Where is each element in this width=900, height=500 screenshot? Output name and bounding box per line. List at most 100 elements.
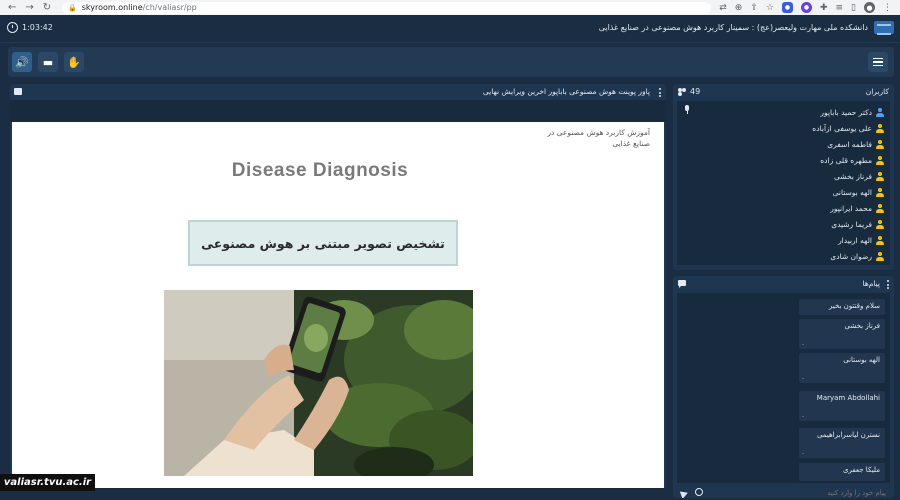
messages-panel: پیام‌ها سلام وقتتون بخیر فرناز بخشی . ال…: [673, 276, 894, 498]
browser-tools: ⇄ ⊕ ⇪ ☆ ● ● ✚ ≡ ▯ ● ⋮: [719, 2, 900, 13]
users-panel-header: 49 کاربران: [673, 84, 894, 99]
address-bar[interactable]: 🔒 skyroom.online/ch/valiasr/pp: [62, 1, 712, 14]
raise-hand-button[interactable]: ✋: [64, 52, 84, 72]
user-row[interactable]: دکتر حمید باباپور: [677, 104, 890, 120]
message-sender: ملیکا جعفری: [843, 466, 880, 474]
host-user-icon: [876, 107, 884, 117]
user-row[interactable]: علی یوسفی ازآباده: [677, 120, 890, 136]
slide-heading: Disease Diagnosis: [231, 160, 409, 181]
message-sender: سلام وقتتون بخیر: [829, 302, 880, 310]
back-arrow-icon[interactable]: ←: [8, 2, 16, 13]
user-name: دکتر حمید باباپور: [820, 107, 872, 117]
files-button[interactable]: ▬: [38, 52, 58, 72]
plant-photo-illustration: [164, 290, 473, 476]
extension-2-icon[interactable]: ●: [800, 2, 812, 13]
app-header: 1:03:42 دانشکده ملی مهارت ولیعصر(عج) : س…: [0, 15, 900, 43]
document-icon: [14, 88, 22, 95]
puzzle-icon[interactable]: ✚: [820, 3, 828, 13]
user-icon: [876, 235, 884, 245]
user-name: محمد ایرانپور: [830, 203, 872, 213]
translate-icon[interactable]: ⇄: [719, 3, 727, 13]
room-toolbar: 🔊 ▬ ✋: [8, 47, 894, 77]
slide-callout-text: تشخیص تصویر مبتنی بر هوش مصنوعی: [201, 235, 445, 251]
url-host: skyroom.online: [81, 3, 143, 12]
slide-canvas: آموزش کاربرد هوش مصنوعی در صنایع غذایی D…: [12, 122, 664, 488]
presentation-panel: پاور پوینت هوش مصنوعی باباپور اخرین ویرا…: [10, 84, 666, 490]
user-row[interactable]: محمد ایرانپور: [677, 200, 890, 216]
user-name: علی یوسفی ازآباده: [812, 123, 872, 133]
user-name: الهه اربیدار: [838, 235, 872, 245]
messages-options-icon[interactable]: [887, 280, 889, 289]
user-row[interactable]: فریما رشیدی: [677, 216, 890, 232]
user-icon: [876, 123, 884, 133]
bookmark-star-icon[interactable]: ☆: [766, 3, 774, 13]
user-icon: [876, 187, 884, 197]
user-icon: [876, 251, 884, 261]
lock-icon: 🔒: [68, 3, 77, 12]
reading-list-icon[interactable]: ≡: [836, 3, 844, 13]
message-item: Maryam Abdollahi .: [799, 391, 885, 421]
users-panel: 49 کاربران دکتر حمید باباپور علی یوسفی ا…: [673, 84, 894, 270]
user-row[interactable]: الهه بوستانی: [677, 184, 890, 200]
user-icon: [876, 219, 884, 229]
site-watermark: valiasr.tvu.ac.ir: [0, 474, 95, 491]
user-row[interactable]: رضوان شادی: [677, 248, 890, 264]
messages-panel-label: پیام‌ها: [862, 279, 880, 288]
user-row[interactable]: الهه اربیدار: [677, 232, 890, 248]
raise-hand-icon: ✋: [67, 55, 81, 69]
user-row[interactable]: مطهره قلی زاده: [677, 152, 890, 168]
user-icon: [876, 139, 884, 149]
user-name: فاطمه اسفری: [827, 139, 872, 149]
user-name: الهه بوستانی: [832, 187, 872, 197]
message-item: فرناز بخشی .: [799, 319, 885, 349]
message-item: نسترن لیاسرابراهیمی .: [799, 428, 885, 458]
message-composer: [677, 486, 890, 498]
url-path: /ch/valiasr/pp: [142, 3, 197, 12]
presentation-footer: [10, 488, 666, 490]
slide-photo-hands-phone-plant: [164, 290, 473, 476]
browser-menu-icon[interactable]: ⋮: [883, 3, 892, 13]
user-row[interactable]: فاطمه اسفری: [677, 136, 890, 152]
message-text: .: [802, 411, 805, 419]
users-panel-label: کاربران: [865, 87, 889, 96]
user-icon: [876, 171, 884, 181]
message-text: .: [802, 448, 805, 456]
users-list[interactable]: دکتر حمید باباپور علی یوسفی ازآباده فاطم…: [677, 101, 890, 265]
extension-icon[interactable]: ●: [781, 2, 793, 13]
users-count-value: 49: [690, 87, 701, 96]
messages-list[interactable]: سلام وقتتون بخیر فرناز بخشی . الهه بوستا…: [677, 293, 890, 483]
clock-icon: [7, 22, 18, 33]
message-input[interactable]: [701, 488, 886, 498]
send-icon[interactable]: [679, 489, 690, 498]
reload-icon[interactable]: ↻: [43, 2, 51, 13]
profile-avatar-icon[interactable]: ●: [864, 2, 875, 13]
chat-bubble-icon: [678, 280, 686, 288]
timer-value: 1:03:42: [22, 23, 53, 32]
forward-arrow-icon[interactable]: →: [25, 2, 33, 13]
slide-callout-box: تشخیص تصویر مبتنی بر هوش مصنوعی: [188, 220, 458, 266]
message-text: .: [802, 373, 805, 381]
session-timer: 1:03:42: [7, 22, 53, 33]
browser-nav: ← → ↻: [0, 2, 62, 13]
message-sender: الهه بوستانی: [843, 356, 880, 364]
message-sender: فرناز بخشی: [844, 322, 880, 330]
user-name: رضوان شادی: [830, 251, 872, 261]
user-row[interactable]: فرناز بخشی: [677, 168, 890, 184]
share-icon[interactable]: ⇪: [750, 3, 758, 13]
message-item: الهه بوستانی .: [799, 353, 885, 383]
messages-panel-header: پیام‌ها: [673, 276, 894, 291]
hamburger-menu-button[interactable]: [868, 52, 888, 72]
user-name: فریما رشیدی: [831, 219, 872, 229]
presentation-options-icon[interactable]: [659, 88, 661, 97]
room-title: دانشکده ملی مهارت ولیعصر(عج) : سمینار کا…: [598, 23, 868, 32]
message-item: سلام وقتتون بخیر: [799, 299, 885, 315]
presentation-title: پاور پوینت هوش مصنوعی باباپور اخرین ویرا…: [482, 87, 650, 96]
users-count: 49: [678, 87, 700, 96]
user-icon: [876, 203, 884, 213]
speaker-button[interactable]: 🔊: [12, 52, 32, 72]
folder-icon: ▬: [42, 55, 54, 69]
people-icon: [678, 88, 687, 95]
zoom-icon[interactable]: ⊕: [735, 3, 743, 13]
sidebar-icon[interactable]: ▯: [851, 3, 856, 13]
slide-subtitle: آموزش کاربرد هوش مصنوعی در صنایع غذایی: [547, 128, 650, 148]
